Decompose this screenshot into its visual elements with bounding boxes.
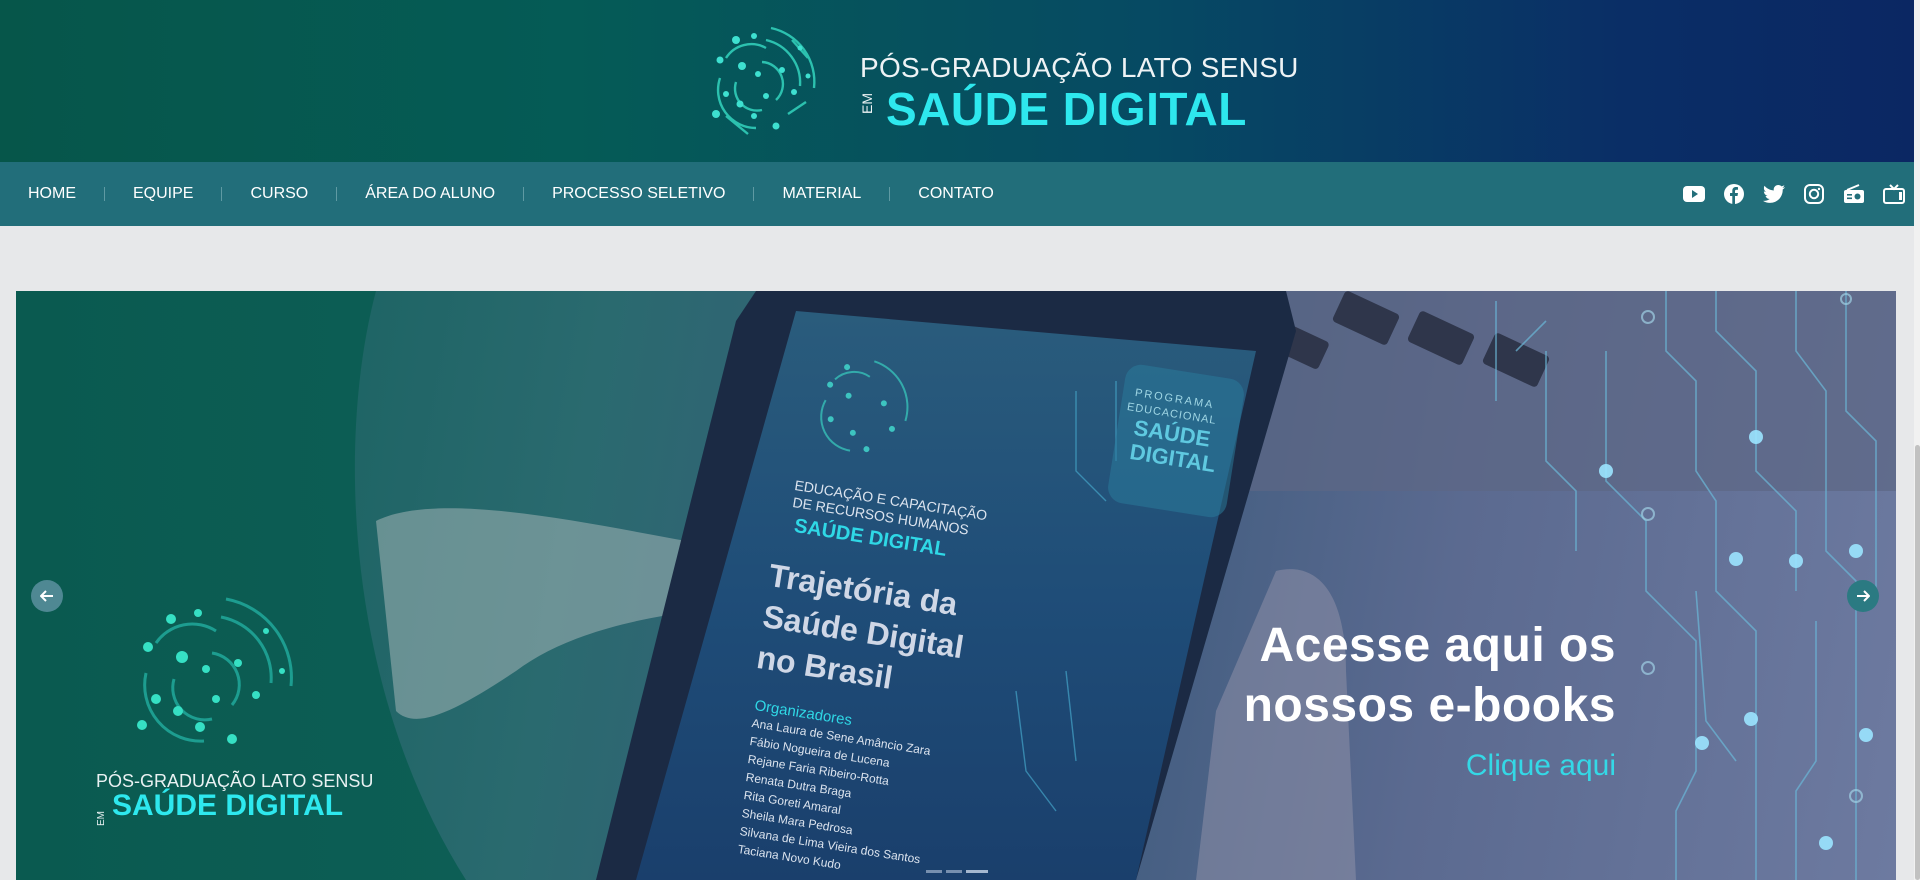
nav-item-contato[interactable]: CONTATO bbox=[890, 162, 1022, 226]
logo-title-line1: PÓS-GRADUAÇÃO LATO SENSU bbox=[860, 52, 1299, 83]
facebook-icon[interactable] bbox=[1714, 162, 1754, 226]
arrow-right-icon bbox=[1857, 590, 1870, 602]
twitter-icon[interactable] bbox=[1754, 162, 1794, 226]
nav-item-home[interactable]: HOME bbox=[0, 162, 104, 226]
page-scrollbar[interactable] bbox=[1914, 0, 1920, 880]
instagram-icon[interactable] bbox=[1794, 162, 1834, 226]
site-logo[interactable]: PÓS-GRADUAÇÃO LATO SENSU EM SAÚDE DIGITA… bbox=[696, 18, 1298, 146]
scrollbar-thumb[interactable] bbox=[1915, 445, 1920, 880]
site-header: PÓS-GRADUAÇÃO LATO SENSU EM SAÚDE DIGITA… bbox=[0, 0, 1914, 162]
slider-next-button[interactable] bbox=[1847, 580, 1879, 612]
main-nav: HOME EQUIPE CURSO ÁREA DO ALUNO PROCESSO… bbox=[0, 162, 1914, 226]
nav-item-area-do-aluno[interactable]: ÁREA DO ALUNO bbox=[337, 162, 523, 226]
arrow-left-icon bbox=[40, 590, 53, 602]
social-links bbox=[1674, 162, 1914, 226]
slide-cta-link[interactable]: Clique aqui bbox=[1216, 749, 1616, 783]
slide-logo: PÓS-GRADUAÇÃO LATO SENSU EM SAÚDE DIGITA… bbox=[96, 591, 396, 831]
slide-logo-mark-icon bbox=[137, 597, 293, 744]
nav-item-processo-seletivo[interactable]: PROCESSO SELETIVO bbox=[524, 162, 753, 226]
logo-em: EM bbox=[859, 93, 875, 114]
slider-prev-button[interactable] bbox=[31, 580, 63, 612]
tv-icon[interactable] bbox=[1874, 162, 1914, 226]
slide-caption-title: Acesse aqui os nossos e-books bbox=[1016, 616, 1616, 736]
slide-logo-em: EM bbox=[96, 811, 107, 826]
nav-menu: HOME EQUIPE CURSO ÁREA DO ALUNO PROCESSO… bbox=[0, 162, 1022, 226]
hero-slider: EDUCAÇÃO E CAPACITAÇÃO DE RECURSOS HUMAN… bbox=[16, 291, 1896, 880]
logo-title-line2: SAÚDE DIGITAL bbox=[886, 83, 1247, 135]
nav-item-material[interactable]: MATERIAL bbox=[754, 162, 889, 226]
youtube-icon[interactable] bbox=[1674, 162, 1714, 226]
slide-caption-line1: Acesse aqui os bbox=[1259, 619, 1616, 672]
slide-caption-line2: nossos e-books bbox=[1243, 679, 1616, 732]
nav-item-curso[interactable]: CURSO bbox=[222, 162, 336, 226]
nav-item-equipe[interactable]: EQUIPE bbox=[105, 162, 221, 226]
logo-mark-icon bbox=[712, 26, 816, 135]
slide-logo-line2: SAÚDE DIGITAL bbox=[112, 789, 344, 822]
radio-icon[interactable] bbox=[1834, 162, 1874, 226]
